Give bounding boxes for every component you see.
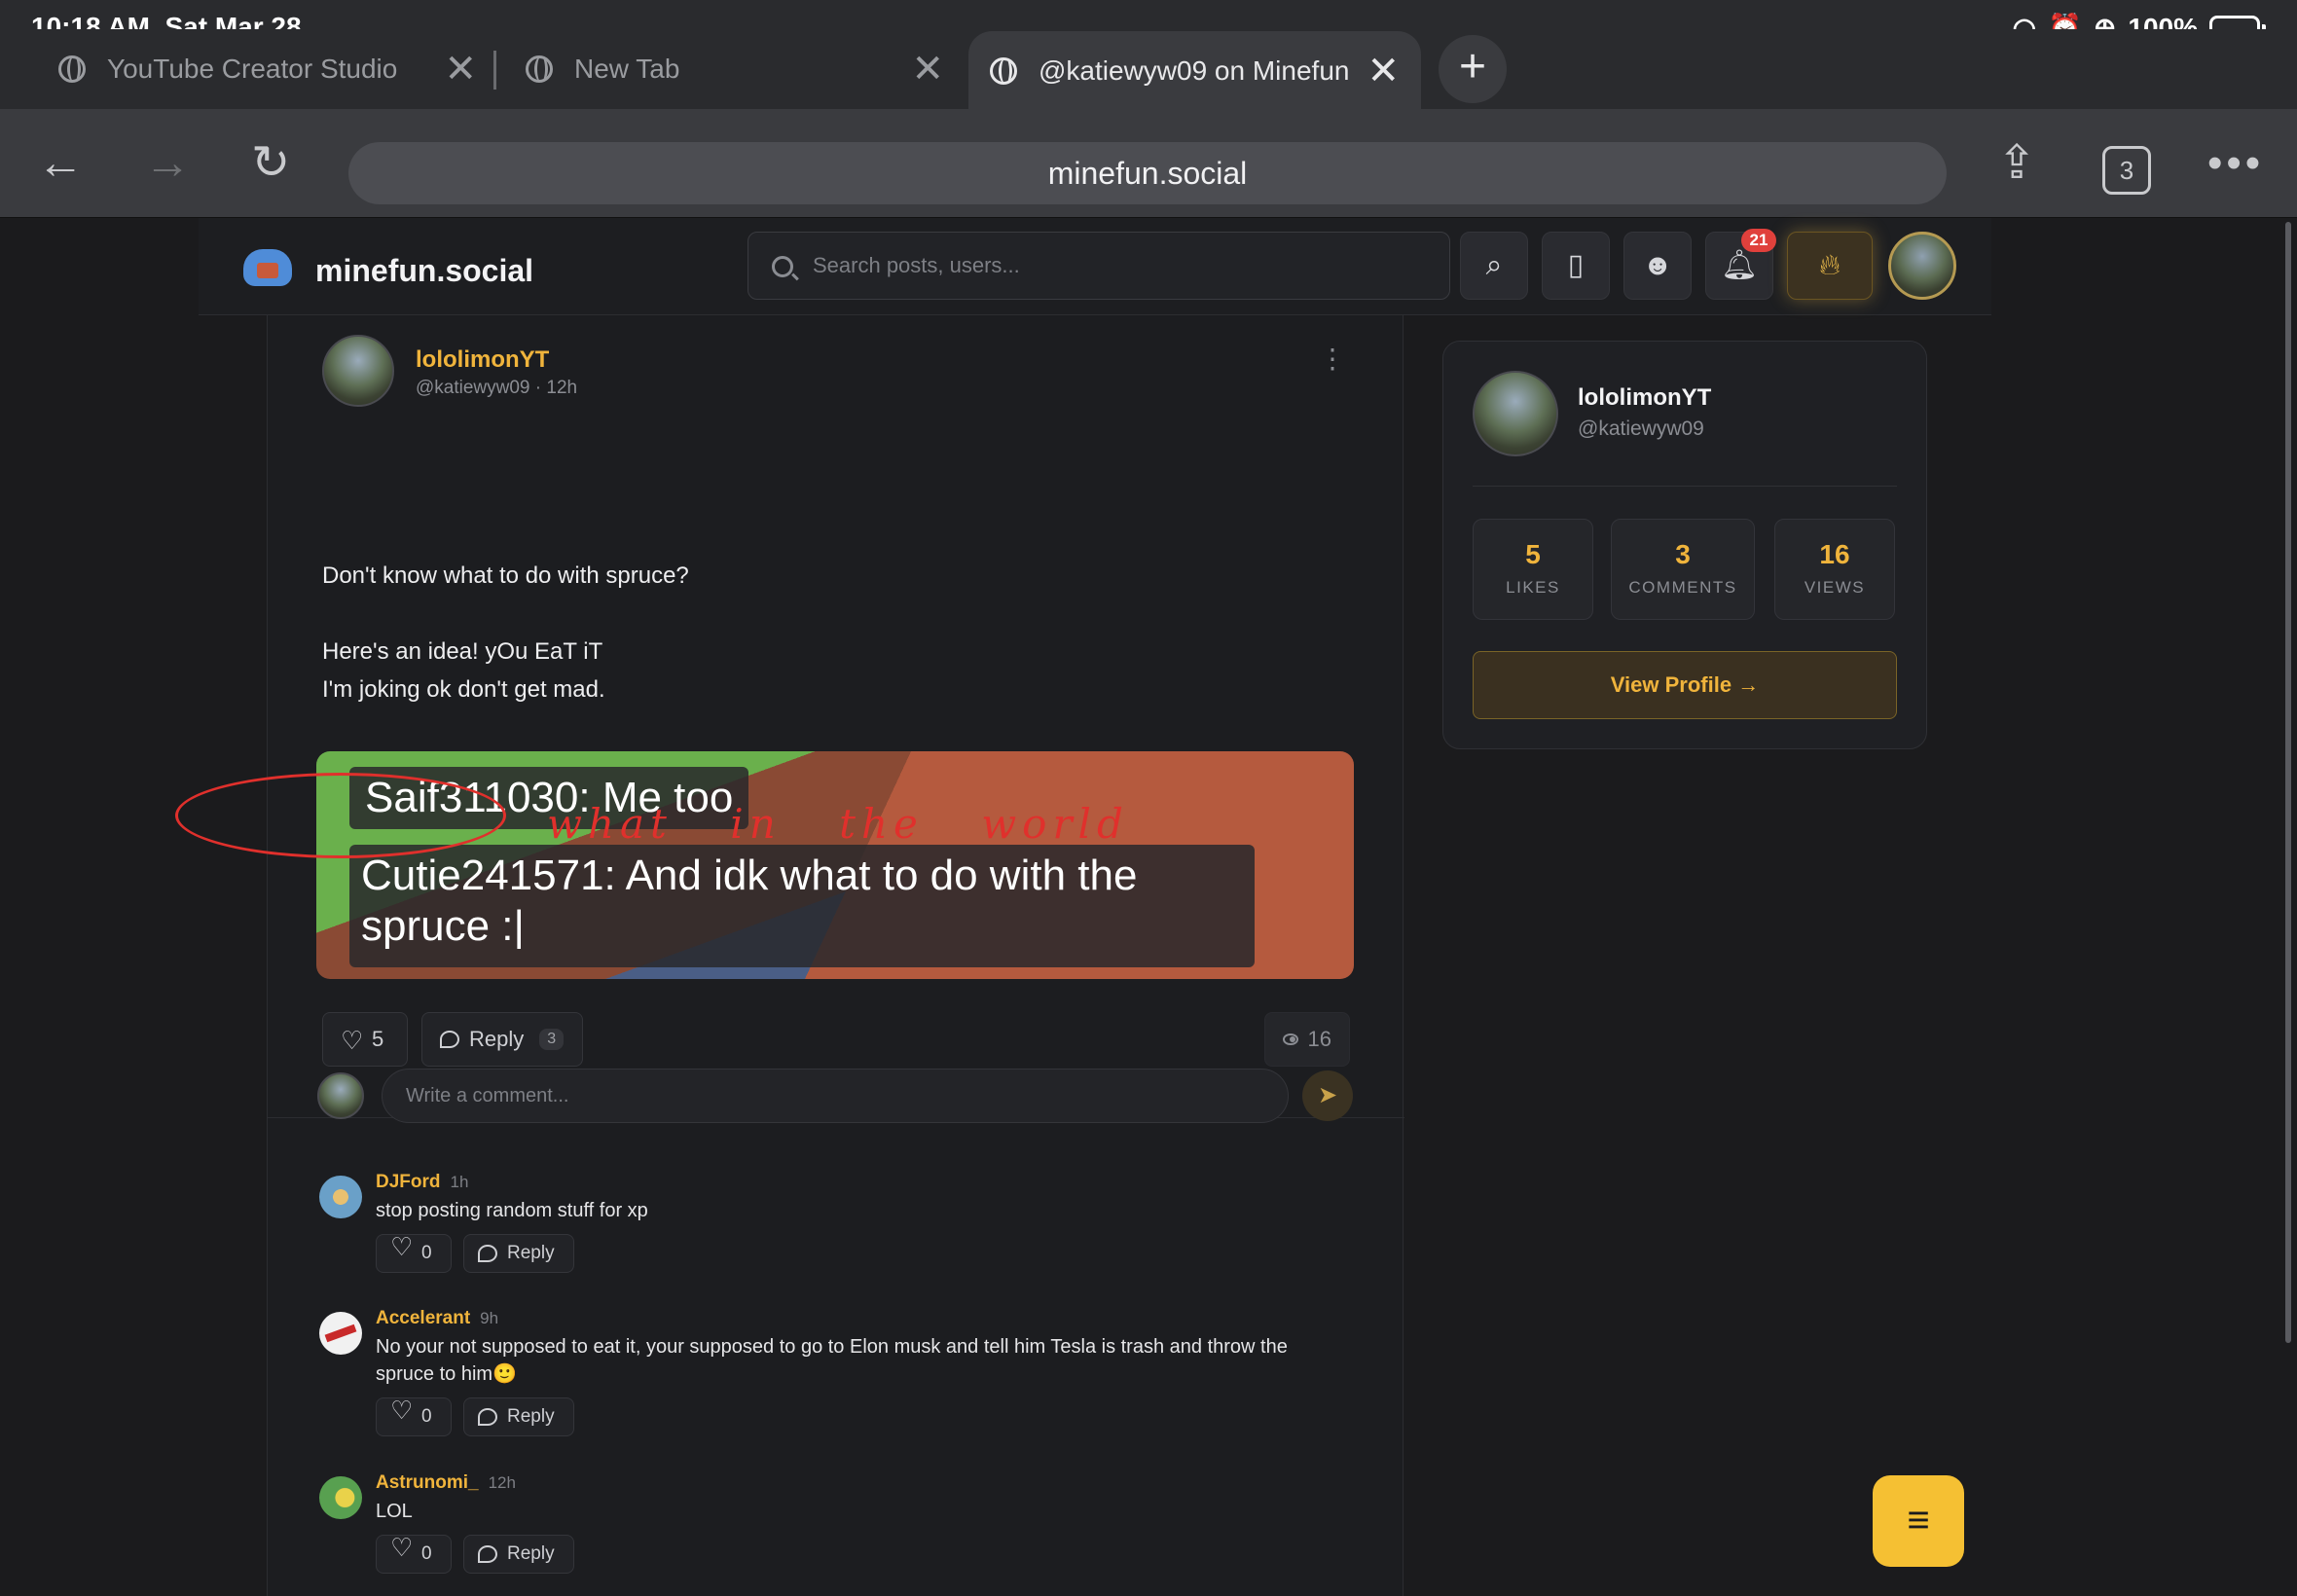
browser-tab-bar: YouTube Creator Studio ✕ New Tab ✕ @kati…: [0, 29, 2297, 111]
notification-badge: 21: [1741, 229, 1776, 252]
site: minefun.social Search posts, users... ⌕ …: [0, 218, 2297, 1596]
tab-title: New Tab: [574, 54, 680, 84]
new-tab-button[interactable]: +: [1439, 35, 1507, 103]
book-icon: ▯: [1567, 249, 1585, 281]
search-icon: ⌕: [1485, 249, 1503, 281]
discord-button[interactable]: ☻: [1623, 232, 1692, 300]
heart-icon: [390, 1392, 413, 1429]
tab-overview-button[interactable]: 3: [2102, 146, 2151, 195]
comment-author[interactable]: Astrunomi_ 12h: [376, 1472, 516, 1494]
comment-text: stop posting random stuff for xp: [376, 1200, 648, 1221]
comment-reply-button[interactable]: Reply: [463, 1535, 574, 1574]
view-profile-button[interactable]: View Profile →: [1473, 651, 1897, 719]
comment-like-button[interactable]: 0: [376, 1228, 452, 1273]
flame-icon: 🔥︎: [1818, 249, 1841, 281]
menu-fab-button[interactable]: ≡: [1873, 1475, 1964, 1567]
scrollbar[interactable]: [2285, 222, 2291, 1343]
comment-icon: [478, 1545, 497, 1563]
comment-author[interactable]: Accelerant 9h: [376, 1308, 498, 1329]
browser-tab-new-tab[interactable]: New Tab ✕: [526, 33, 944, 105]
stat-label: COMMENTS: [1628, 578, 1737, 597]
profile-avatar[interactable]: [1473, 371, 1558, 456]
profile-handle: @katiewyw09: [1578, 417, 1704, 440]
close-icon[interactable]: ✕: [911, 47, 944, 91]
more-icon[interactable]: •••: [2207, 136, 2264, 191]
composer-avatar: [317, 1072, 364, 1119]
comments-section: ➤ DJFord1h stop posting random stuff for…: [267, 218, 1404, 1596]
stat-value: 3: [1675, 539, 1691, 569]
globe-icon: [526, 55, 553, 83]
comment-avatar[interactable]: [319, 1476, 362, 1519]
browser-tab-active[interactable]: @katiewyw09 on Minefun ✕: [968, 31, 1421, 111]
tab-title: YouTube Creator Studio: [107, 54, 398, 84]
user-avatar[interactable]: [1888, 232, 1956, 300]
tab-title: @katiewyw09 on Minefun: [1039, 55, 1350, 86]
comment-icon: [478, 1245, 497, 1262]
share-icon[interactable]: ⇪: [1997, 136, 2036, 191]
forward-arrow-icon[interactable]: →: [144, 136, 191, 191]
xp-button[interactable]: 🔥︎: [1787, 232, 1873, 300]
arrow-right-icon: →: [1737, 672, 1760, 697]
comment-text: LOL: [376, 1501, 413, 1522]
divider: [1473, 486, 1897, 487]
globe-icon: [58, 55, 86, 83]
comment-icon: [478, 1408, 497, 1426]
stat-views: 16 VIEWS: [1774, 519, 1895, 620]
notifications-button[interactable]: 🔔︎ 21: [1705, 229, 1776, 300]
status-bar: 10:18 AM Sat Mar 28 ◠ ⏰ ⊕ 100%: [0, 0, 2297, 43]
stat-label: VIEWS: [1804, 578, 1866, 597]
browser-toolbar: ← → ↻ minefun.social ⇪ 3 •••: [0, 109, 2297, 218]
address-bar[interactable]: minefun.social: [348, 142, 1947, 204]
close-icon[interactable]: ✕: [444, 47, 477, 91]
stat-value: 16: [1819, 539, 1850, 569]
bell-icon: 🔔︎: [1720, 249, 1759, 281]
comment-reply-button[interactable]: Reply: [463, 1234, 574, 1273]
tab-separator: [493, 51, 496, 90]
annotation-text: what in the world: [547, 800, 1129, 848]
back-arrow-icon[interactable]: ←: [37, 136, 84, 191]
comment-text: No your not supposed to eat it, your sup…: [376, 1336, 1288, 1385]
reload-icon[interactable]: ↻: [251, 136, 290, 191]
stat-likes: 5 LIKES: [1473, 519, 1593, 620]
comment-time: 1h: [450, 1173, 469, 1191]
stat-label: LIKES: [1506, 578, 1560, 597]
globe-icon: [990, 57, 1017, 85]
browser-tab-youtube-studio[interactable]: YouTube Creator Studio ✕: [58, 33, 477, 105]
send-icon: ➤: [1317, 1082, 1338, 1108]
comment-time: 12h: [488, 1473, 516, 1492]
book-button[interactable]: ▯: [1542, 232, 1610, 300]
profile-name[interactable]: lololimonYT: [1578, 384, 1711, 412]
discord-icon: ☻: [1642, 249, 1673, 281]
heart-icon: [390, 1529, 413, 1566]
comment-author[interactable]: DJFord 1h: [376, 1172, 468, 1193]
send-button[interactable]: ➤: [1302, 1070, 1353, 1121]
close-icon[interactable]: ✕: [1367, 49, 1400, 93]
comment-like-button[interactable]: 0: [376, 1392, 452, 1436]
comment-time: 9h: [480, 1309, 499, 1327]
comment-avatar[interactable]: [319, 1176, 362, 1218]
comment-reply-button[interactable]: Reply: [463, 1397, 574, 1436]
stat-comments: 3 COMMENTS: [1611, 519, 1755, 620]
heart-icon: [390, 1228, 413, 1265]
comment-like-button[interactable]: 0: [376, 1529, 452, 1574]
comment-input[interactable]: [382, 1069, 1289, 1123]
annotation-circle: [175, 773, 506, 858]
stat-value: 5: [1525, 539, 1541, 569]
hamburger-icon: ≡: [1907, 1499, 1930, 1542]
search-button[interactable]: ⌕: [1460, 232, 1528, 300]
comment-avatar[interactable]: [319, 1312, 362, 1355]
profile-card: lololimonYT @katiewyw09 5 LIKES 3 COMMEN…: [1442, 341, 1927, 749]
